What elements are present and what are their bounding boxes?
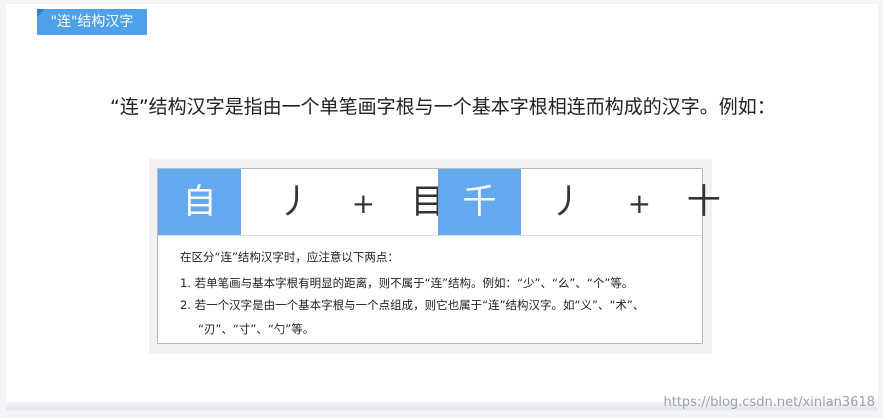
note-item-2-line-2: “刃”、“寸”、“勺”等。 [198, 322, 315, 336]
formula-part-shi: 十 [686, 182, 721, 222]
note-item-1: 1. 若单笔画与基本字根有明显的距离，则不属于“连”结构。例如：“少”、“么”、… [180, 276, 634, 290]
example-panel: 自 丿 + 目 千 丿 + 十 在区分“连”结构汉字时，应注意以下两点： 1. … [157, 168, 721, 344]
formula-plus: + [627, 187, 652, 220]
example-char-zi: 自 [158, 169, 241, 235]
example-char-qian: 千 [438, 169, 521, 235]
formula-part-pie: 丿 [278, 182, 312, 222]
example-formula-zi: 丿 + 目 [278, 169, 445, 235]
section-tag: "连"结构汉字 [37, 9, 147, 35]
formula-plus: + [351, 187, 376, 220]
notes-heading: 在区分“连”结构汉字时，应注意以下两点： [180, 250, 399, 264]
tag-fold-corner [37, 9, 45, 17]
example-formula-qian: 丿 + 十 [550, 169, 721, 235]
formula-part-pie: 丿 [550, 182, 584, 222]
formula-row: 自 丿 + 目 千 丿 + 十 [158, 169, 721, 236]
intro-text: “连”结构汉字是指由一个单笔画字根与一个基本字根相连而构成的汉字。例如： [110, 96, 776, 118]
note-item-2-line-1: 2. 若一个汉字是由一个基本字根与一个点组成，则它也属于“连”结构汉字。如“义”… [180, 298, 645, 312]
watermark: https://blog.csdn.net/xinlan3618 [663, 395, 875, 410]
